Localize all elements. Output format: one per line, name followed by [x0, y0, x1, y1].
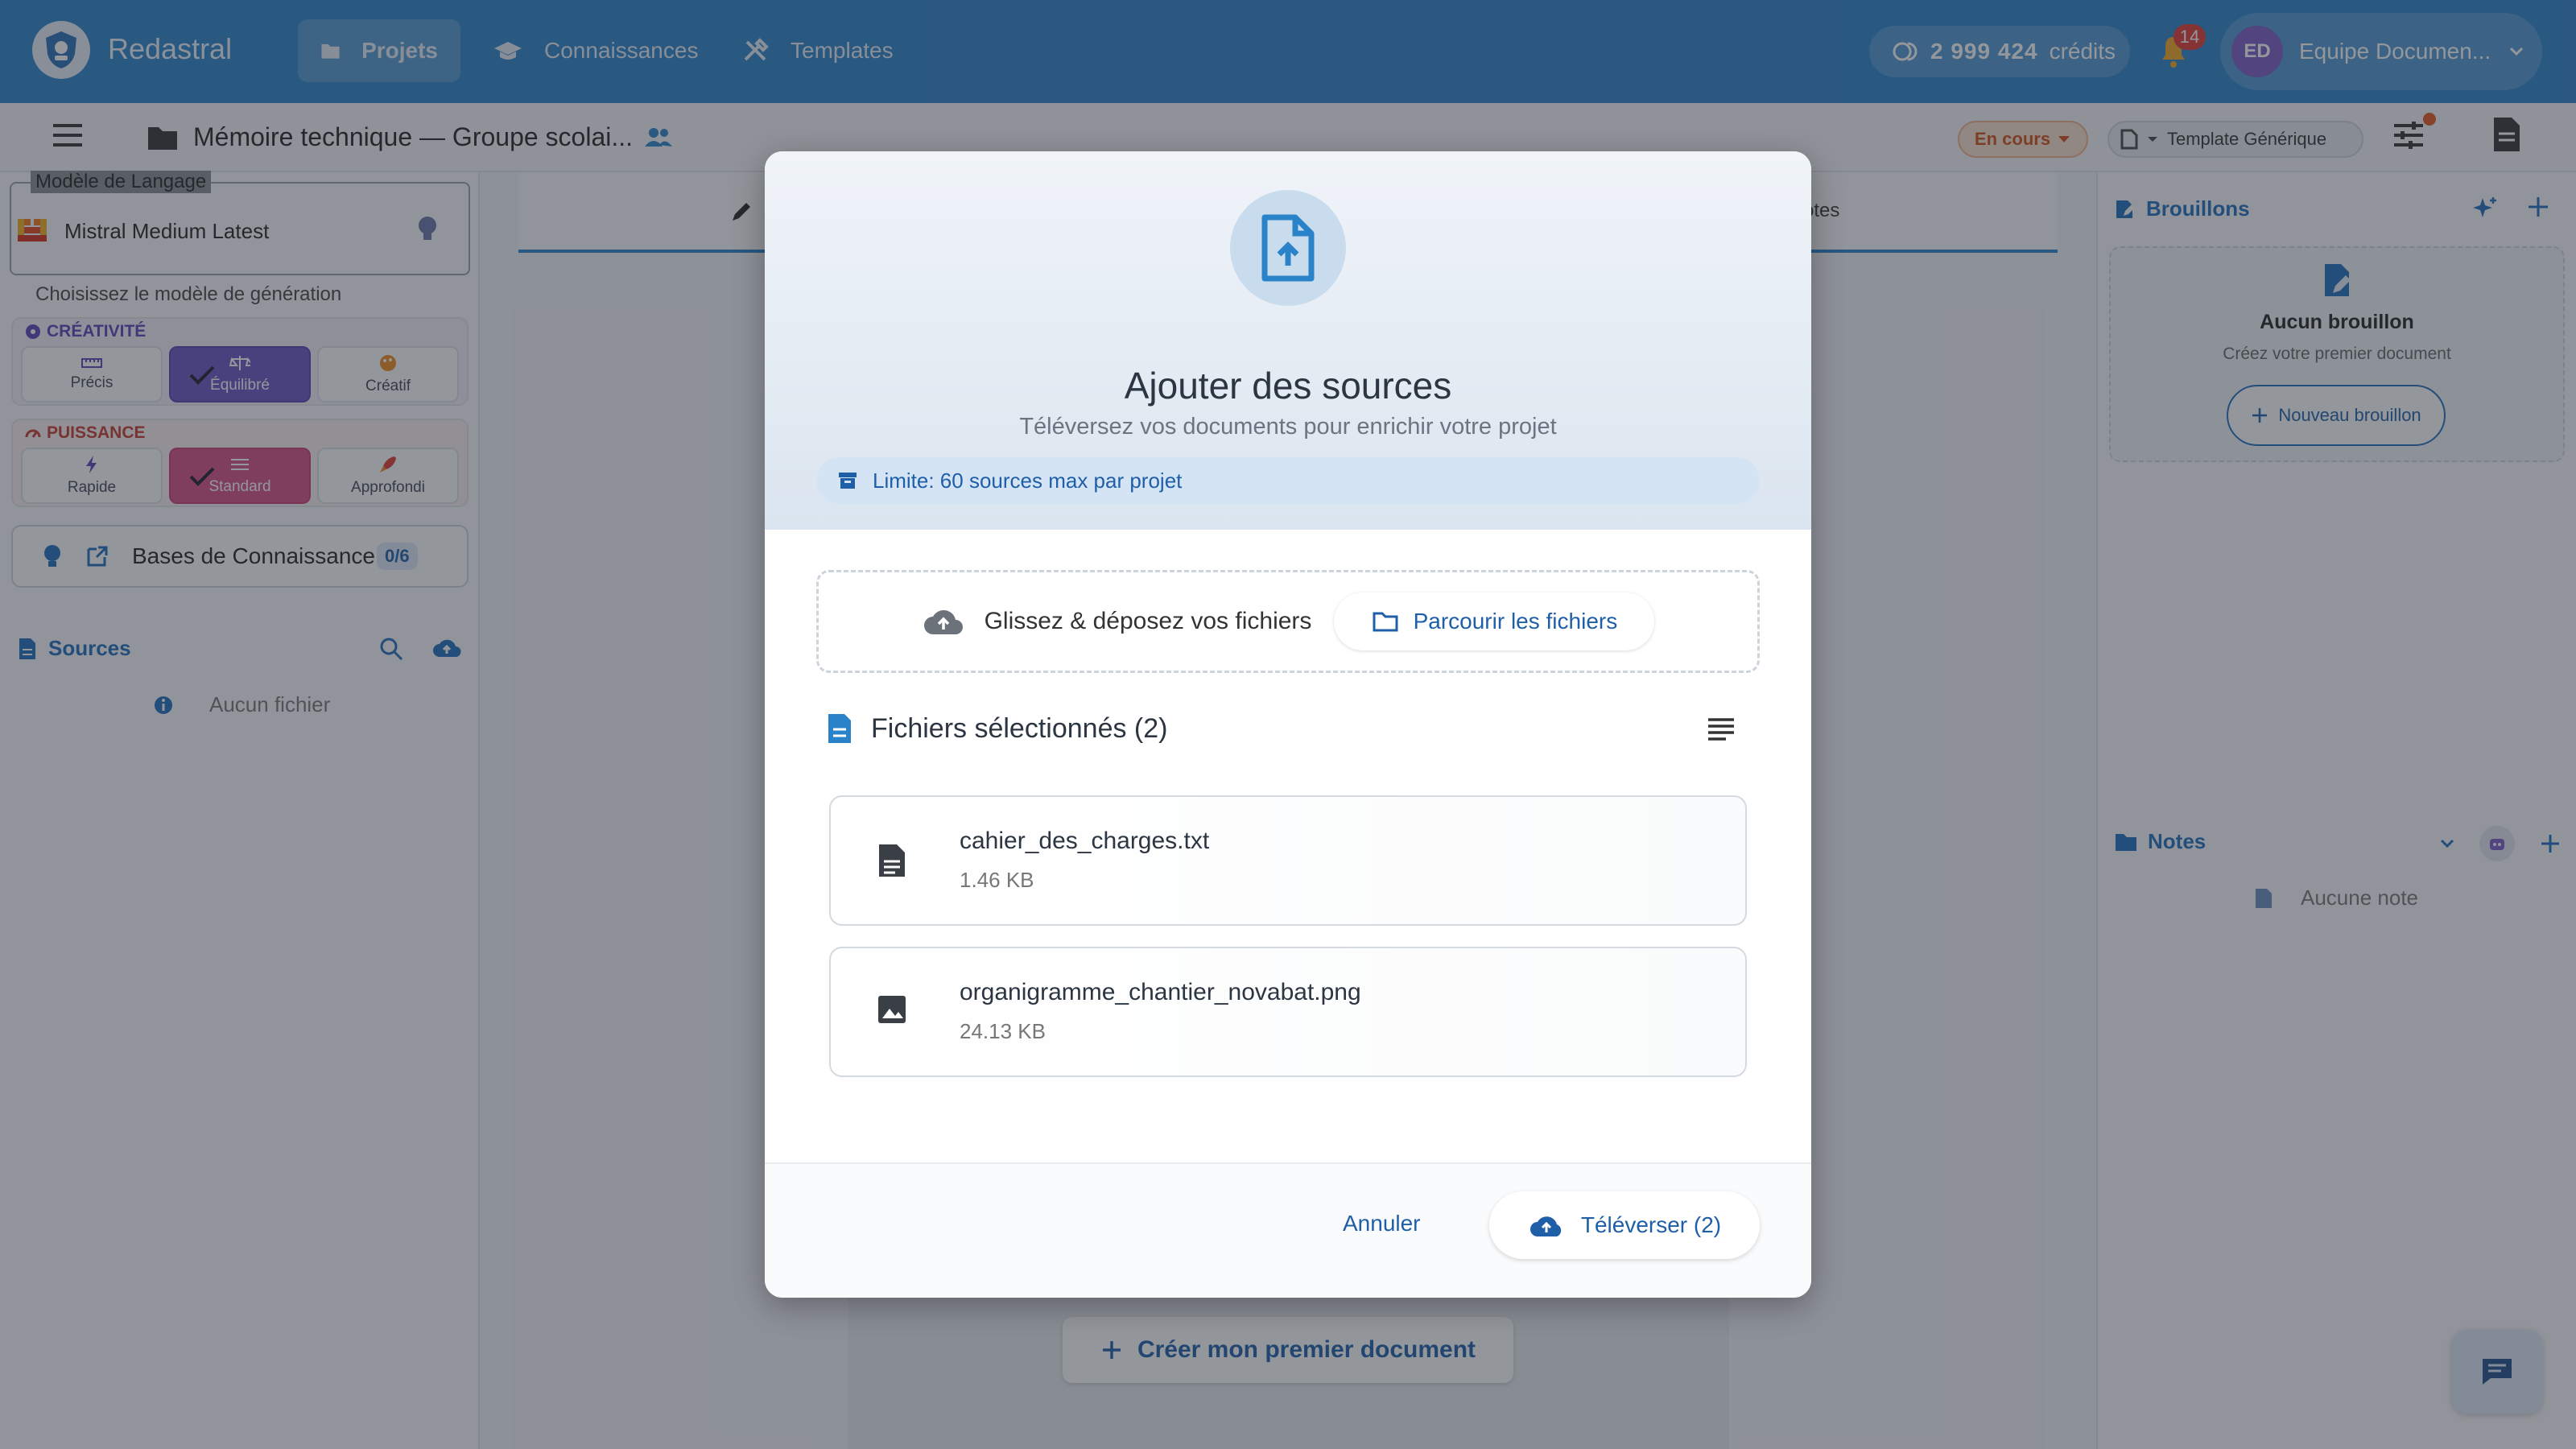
browse-files-label: Parcourir les fichiers — [1413, 609, 1618, 634]
limit-info-bar: Limite: 60 sources max par projet — [816, 457, 1760, 504]
file-size: 1.46 KB — [960, 868, 1034, 892]
upload-label: Téléverser (2) — [1580, 1212, 1722, 1237]
dialog-icon-circle — [1230, 190, 1346, 306]
upload-cloud-icon — [1530, 1216, 1562, 1236]
selected-files-header: Fichiers sélectionnés (2) — [826, 712, 1167, 745]
selected-files-title: Fichiers sélectionnés (2) — [871, 712, 1168, 744]
file-name: cahier_des_charges.txt — [960, 828, 1210, 854]
limit-text: Limite: 60 sources max par projet — [873, 468, 1183, 493]
archive-icon — [839, 473, 857, 489]
dropzone-text: Glissez & déposez vos fichiers — [984, 608, 1312, 634]
upload-button[interactable]: Téléverser (2) — [1489, 1191, 1760, 1259]
dialog-subtitle: Téléversez vos documents pour enrichir v… — [1019, 414, 1557, 440]
upload-cloud-icon — [923, 609, 963, 634]
file-size: 24.13 KB — [960, 1019, 1046, 1043]
file-dropzone[interactable]: Glissez & déposez vos fichiers Parcourir… — [816, 570, 1760, 673]
file-upload-icon — [1261, 214, 1315, 282]
cancel-button[interactable]: Annuler — [1343, 1211, 1421, 1236]
dialog-header: Ajouter des sources Téléversez vos docum… — [765, 151, 1811, 530]
document-icon — [828, 714, 851, 743]
browse-files-button[interactable]: Parcourir les fichiers — [1334, 592, 1655, 650]
text-file-icon — [879, 844, 905, 877]
add-sources-dialog: Ajouter des sources Téléversez vos docum… — [765, 151, 1811, 1298]
folder-open-icon — [1373, 612, 1398, 632]
file-name: organigramme_chantier_novabat.png — [960, 979, 1361, 1005]
file-item[interactable]: cahier_des_charges.txt 1.46 KB — [829, 795, 1747, 926]
image-file-icon — [878, 996, 906, 1023]
file-item[interactable]: organigramme_chantier_novabat.png 24.13 … — [829, 947, 1747, 1077]
sort-lines-icon[interactable] — [1705, 715, 1737, 741]
dialog-title: Ajouter des sources — [1124, 365, 1452, 407]
